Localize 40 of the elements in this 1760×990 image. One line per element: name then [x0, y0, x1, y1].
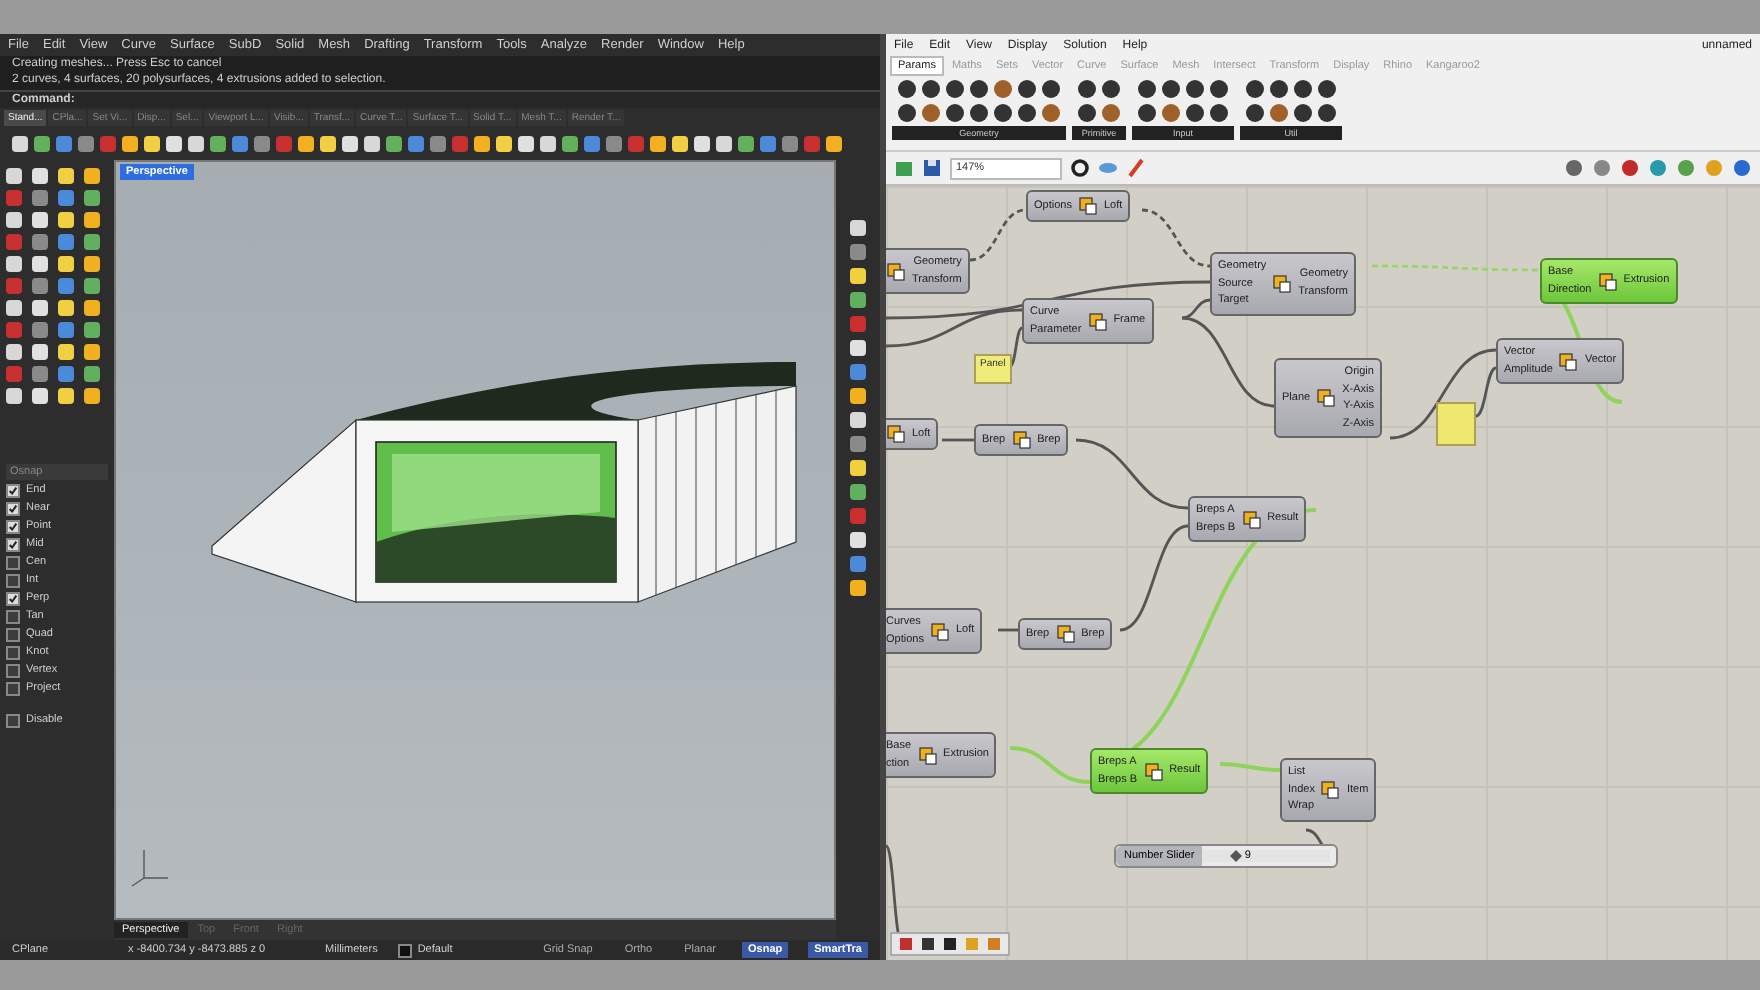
save-icon[interactable]	[922, 158, 942, 178]
component-icon	[1011, 430, 1032, 450]
checkbox[interactable]	[6, 537, 20, 551]
checkbox[interactable]	[6, 591, 20, 605]
component-icon	[1077, 196, 1098, 216]
param-node[interactable]	[1436, 402, 1476, 446]
layer-swatch	[397, 943, 412, 957]
component-icon	[886, 424, 906, 444]
checkbox[interactable]	[6, 713, 20, 727]
component-icon	[917, 745, 938, 765]
wire	[998, 628, 1018, 632]
component-icon	[1316, 388, 1337, 408]
component-icon	[1272, 273, 1293, 294]
checkbox[interactable]	[6, 519, 20, 533]
checkbox[interactable]	[6, 645, 20, 659]
checkbox[interactable]	[6, 573, 20, 587]
checkbox[interactable]	[6, 501, 20, 515]
component-icon	[1241, 509, 1262, 529]
component-icon	[1320, 779, 1341, 800]
checkbox[interactable]	[6, 555, 20, 569]
component-icon	[1597, 271, 1618, 291]
open-icon[interactable]	[894, 158, 914, 178]
checkbox[interactable]	[6, 627, 20, 641]
checkbox[interactable]	[6, 681, 20, 695]
component-icon	[1087, 311, 1108, 331]
component-icon	[886, 261, 906, 281]
component-icon	[1143, 761, 1164, 781]
axis-icon	[131, 849, 169, 887]
component-icon	[929, 621, 950, 641]
brush-icon[interactable]	[1126, 158, 1146, 178]
checkbox[interactable]	[6, 483, 20, 497]
eye-icon[interactable]	[1098, 158, 1118, 178]
slider-thumb[interactable]	[1230, 850, 1243, 862]
checkbox[interactable]	[6, 663, 20, 677]
checkbox[interactable]	[6, 609, 20, 623]
wire	[942, 438, 974, 442]
wire	[1141, 208, 1211, 268]
component-icon	[1055, 624, 1076, 644]
wire	[969, 208, 1027, 262]
component-icon	[1558, 351, 1579, 371]
